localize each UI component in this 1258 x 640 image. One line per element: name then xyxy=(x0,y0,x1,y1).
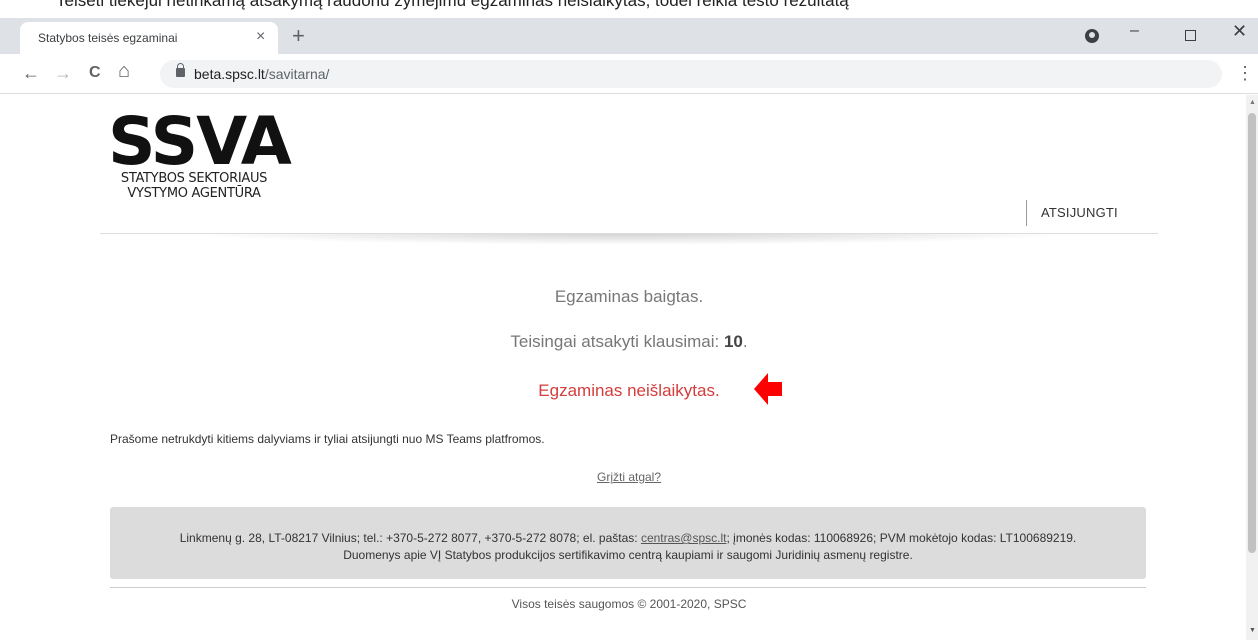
tab-title: Statybos teisės egzaminai xyxy=(38,31,178,45)
correct-answers-suffix: . xyxy=(742,332,748,351)
exam-finished-text: Egzaminas baigtas. xyxy=(554,287,704,306)
profile-icon[interactable] xyxy=(1085,29,1099,43)
go-back-link[interactable]: Grįžti atgal? xyxy=(597,470,661,484)
close-window-button[interactable]: ✕ xyxy=(1232,21,1247,42)
scroll-down-icon[interactable]: ▼ xyxy=(1249,627,1256,634)
footer-email-link[interactable]: centras@spsc.lt xyxy=(641,531,727,545)
browser-tab[interactable]: Statybos teisės egzaminai × xyxy=(20,22,278,54)
forward-arrow-icon[interactable]: → xyxy=(54,63,72,84)
ssva-logo[interactable]: SSVA STATYBOS SEKTORIAUS VYSTYMO AGENTŪR… xyxy=(108,103,292,202)
back-arrow-icon[interactable]: ← xyxy=(22,63,40,84)
address-bar[interactable]: beta.spsc.lt/savitarna/ xyxy=(160,60,1222,88)
web-page: SSVA STATYBOS SEKTORIAUS VYSTYMO AGENTŪR… xyxy=(0,95,1246,640)
correct-answers-count: 10 xyxy=(723,332,743,351)
new-tab-button[interactable]: + xyxy=(292,23,305,49)
logo-text: SSVA xyxy=(108,103,292,180)
browser-menu-icon[interactable]: ⋮ xyxy=(1236,63,1254,84)
minimize-button[interactable]: – xyxy=(1130,22,1139,40)
home-icon[interactable]: ⌂ xyxy=(118,60,130,83)
copyright-text: Visos teisės saugomos © 2001-2020, SPSC xyxy=(511,597,747,611)
scroll-up-icon[interactable]: ▲ xyxy=(1249,99,1256,106)
notice-text: Prašome netrukdyti kitiems dalyviams ir … xyxy=(110,432,545,446)
lock-icon xyxy=(176,63,185,77)
back-link-row: Grįžti atgal? xyxy=(100,470,1158,484)
scrollbar-thumb[interactable] xyxy=(1248,113,1256,553)
footer-contact-box: Linkmenų g. 28, LT-08217 Vilnius; tel.: … xyxy=(110,507,1146,579)
footer-line-1: Linkmenų g. 28, LT-08217 Vilnius; tel.: … xyxy=(110,530,1146,547)
header-shadow xyxy=(180,233,1080,245)
header-divider xyxy=(100,233,1158,234)
browser-tab-bar: Statybos teisės egzaminai × + – ✕ xyxy=(0,18,1258,54)
document-text: Teisėti tiekėjui netinkamą atsakymą raud… xyxy=(56,0,849,10)
logo-subtitle-line1: STATYBOS SEKTORIAUS xyxy=(120,171,268,186)
url-host: beta.spsc.lt xyxy=(194,66,265,82)
logout-link[interactable]: ATSIJUNGTI xyxy=(1026,200,1118,226)
footer-company-codes: ; įmonės kodas: 110068926; PVM mokėtojo … xyxy=(726,531,1077,545)
footer-address: Linkmenų g. 28, LT-08217 Vilnius; tel.: … xyxy=(179,531,641,545)
correct-answers-label: Teisingai atsakyti klausimai: xyxy=(510,332,724,351)
url-path: /savitarna/ xyxy=(264,66,330,82)
browser-toolbar: ← → C ⌂ beta.spsc.lt/savitarna/ ⋮ xyxy=(0,54,1258,94)
correct-answers-text: Teisingai atsakyti klausimai: 10. xyxy=(100,332,1158,352)
exam-failed-status: Egzaminas neišlaikytas. xyxy=(538,381,720,400)
page-scrollbar[interactable]: ▲ ▼ xyxy=(1246,95,1258,640)
footer-divider xyxy=(110,587,1146,588)
maximize-button[interactable] xyxy=(1185,30,1196,41)
footer-line-2: Duomenys apie VĮ Statybos produkcijos se… xyxy=(343,548,913,562)
reload-icon[interactable]: C xyxy=(89,64,101,82)
url-text: beta.spsc.lt/savitarna/ xyxy=(194,66,329,82)
red-arrow-icon xyxy=(754,373,782,405)
logo-subtitle-line2: VYSTYMO AGENTŪRA xyxy=(127,186,261,201)
document-text-strip: Teisėti tiekėjui netinkamą atsakymą raud… xyxy=(0,0,1258,18)
tab-close-icon[interactable]: × xyxy=(256,28,265,46)
